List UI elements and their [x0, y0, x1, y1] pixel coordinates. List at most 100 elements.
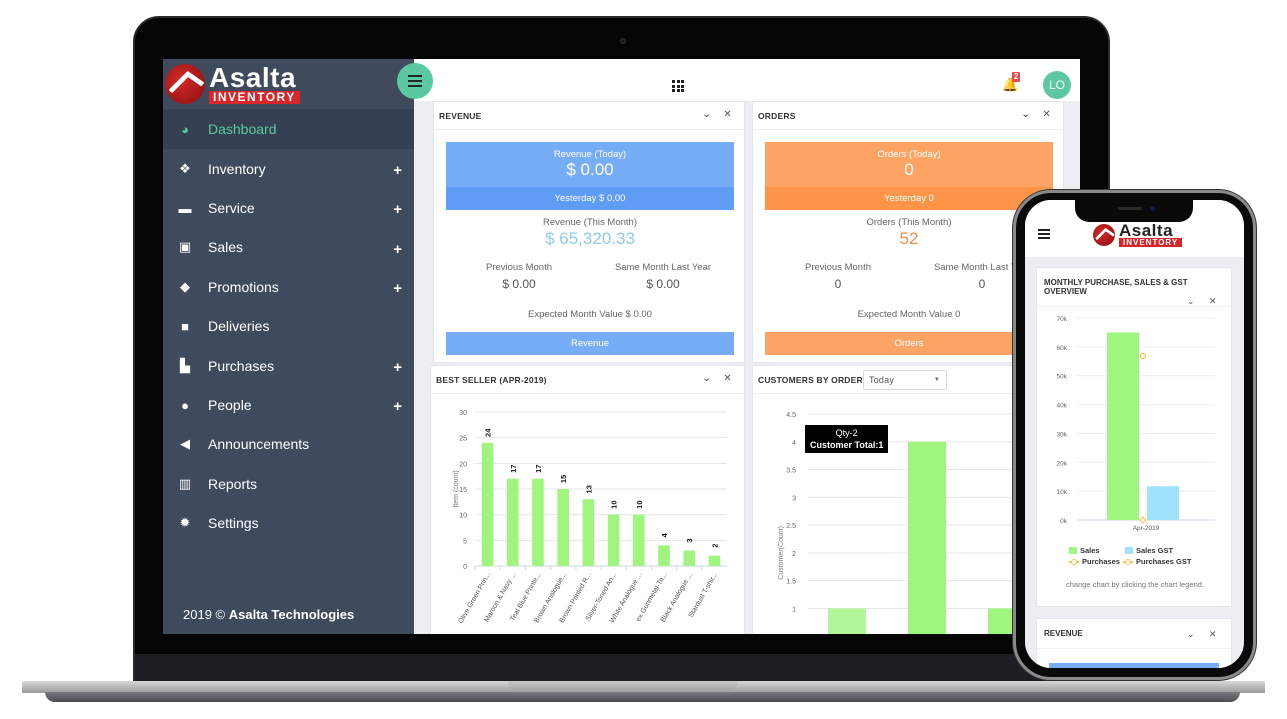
chevron-down-icon[interactable]: ⌄ [1187, 296, 1195, 307]
y-tick-label: 1 [792, 606, 796, 613]
gear-icon: ✹ [179, 515, 191, 531]
sidebar-item-label: Service [208, 200, 255, 217]
expand-plus-icon[interactable]: + [393, 398, 402, 415]
y-tick-label: 4.5 [786, 412, 796, 419]
sidebar-item-dashboard[interactable]: ◕ Dashboard [163, 109, 414, 149]
y-tick-label: 20 [459, 461, 467, 468]
sidebar-item-service[interactable]: ▬ Service + [163, 188, 414, 227]
chevron-down-icon[interactable]: ⌄ [1021, 109, 1030, 120]
sidebar-item-promotions[interactable]: ◆ Promotions + [163, 267, 414, 306]
y-axis-label: Customer(Count) [778, 526, 785, 580]
users-icon: ● [181, 397, 189, 413]
orders-today-box: Orders (Today) 0 Yesterday 0 [765, 142, 1053, 210]
revenue-today-box: Revenue (Today) $ 0.00 Yesterday $ 0.00 [446, 142, 734, 210]
y-tick-label: 20k [1057, 460, 1068, 467]
laptop-notch [508, 681, 738, 690]
basket-icon: ▣ [178, 239, 192, 255]
bar [582, 499, 595, 566]
y-tick-label: 4 [792, 440, 796, 447]
y-tick-label: 15 [459, 487, 467, 494]
mobile-brand-logo[interactable]: Asalta INVENTORY [1093, 221, 1183, 247]
laptop-camera [620, 38, 626, 44]
data-label: 17 [534, 465, 543, 473]
user-avatar[interactable]: LO [1043, 71, 1071, 99]
expand-plus-icon[interactable]: + [393, 359, 402, 376]
sidebar-item-label: Reports [208, 475, 258, 492]
logo-mark-icon [165, 64, 205, 104]
expand-plus-icon[interactable]: + [393, 162, 402, 179]
footer-company: Asalta Technologies [228, 607, 355, 622]
sidebar-footer: 2019 © Asalta Technologies [183, 607, 354, 622]
apps-grid-icon[interactable] [672, 80, 684, 92]
sidebar-item-people[interactable]: ● People + [163, 385, 414, 424]
chevron-down-icon[interactable]: ⌄ [702, 373, 711, 384]
close-icon[interactable]: ✕ [1209, 629, 1217, 640]
y-tick-label: 0 [463, 564, 467, 571]
expand-plus-icon[interactable]: + [393, 201, 402, 218]
bar [908, 441, 946, 634]
tooltip-total: Customer Total:1 [810, 440, 884, 450]
overview-chart: 0k 10k 20k 30k 40k 50k 60k 70k Apr-2019 [1057, 316, 1215, 532]
expand-plus-icon[interactable]: + [393, 280, 402, 297]
bar [532, 478, 544, 566]
close-icon[interactable]: ✕ [1042, 109, 1051, 120]
revenue-expected: Expected Month Value $ 0.00 [528, 309, 652, 320]
brand-name: Asalta [1119, 221, 1174, 240]
revenue-panel: REVENUE ⌄ ✕ Revenue (Today) $ 0.00 Yeste… [433, 101, 745, 363]
x-tick-label: Stardust T-shir... [688, 571, 720, 619]
orders-button[interactable]: Orders [765, 332, 1053, 355]
sidebar-item-settings[interactable]: ✹ Settings [163, 504, 414, 543]
revenue-panel-title: REVENUE [439, 110, 482, 121]
legend-line-marker [1123, 558, 1133, 565]
legend-swatch [1125, 547, 1133, 554]
data-label: 4 [660, 533, 669, 538]
hamburger-icon[interactable] [1038, 229, 1050, 231]
laptop-chin [135, 654, 1108, 682]
menu-toggle-button[interactable] [397, 63, 433, 99]
sidebar-item-announcements[interactable]: ◀ Announcements [163, 425, 414, 464]
sidebar-item-label: Dashboard [208, 121, 277, 137]
legend-line-marker [1069, 558, 1079, 565]
bar [633, 514, 645, 566]
chevron-down-icon[interactable]: ⌄ [702, 109, 711, 120]
best-seller-title: BEST SELLER (APR-2019) [436, 374, 547, 385]
customers-period-select[interactable]: Today ▼ [863, 370, 947, 390]
chart-tooltip: Qty-2 Customer Total:1 [805, 425, 889, 453]
sidebar-item-label: Purchases [208, 357, 275, 374]
sidebar-item-reports[interactable]: ▥ Reports [163, 464, 414, 503]
bar [683, 550, 695, 566]
legend-sales[interactable]: Sales [1069, 546, 1100, 555]
close-icon[interactable]: ✕ [723, 373, 732, 384]
chevron-down-icon[interactable]: ⌄ [1187, 629, 1195, 640]
bar [658, 545, 670, 566]
orders-yesterday: Yesterday 0 [765, 187, 1053, 210]
close-icon[interactable]: ✕ [1209, 296, 1217, 307]
legend-purchases-gst[interactable]: Purchases GST [1123, 557, 1191, 566]
bullhorn-icon: ◀ [180, 436, 190, 452]
truck-icon: ■ [181, 318, 189, 334]
expand-plus-icon[interactable]: + [393, 241, 402, 258]
brand-logo[interactable]: Asalta INVENTORY [163, 59, 414, 109]
data-label: 24 [484, 428, 493, 437]
hamburger-icon [408, 80, 422, 82]
y-tick-label: 5 [463, 538, 467, 545]
legend-hint: change chart by clicking the chart legen… [1066, 580, 1204, 589]
legend-swatch [1069, 547, 1077, 554]
orders-today-value: 0 [904, 160, 914, 179]
caret-down-icon: ▼ [933, 377, 940, 383]
sidebar-item-purchases[interactable]: ▙ Purchases + [163, 346, 414, 385]
y-tick-label: 10 [459, 513, 467, 520]
sidebar-item-deliveries[interactable]: ■ Deliveries [163, 307, 414, 346]
y-tick-label: 2.5 [786, 523, 796, 530]
legend-purchases[interactable]: Purchases [1069, 557, 1120, 566]
revenue-button[interactable]: Revenue [446, 332, 734, 355]
best-seller-panel: BEST SELLER (APR-2019) ⌄ ✕ 0 5 10 15 20 25 30 I… [430, 365, 745, 634]
mobile-screen: Asalta INVENTORY MONTHLY PURCHASE, SALES… [1025, 200, 1244, 668]
close-icon[interactable]: ✕ [723, 109, 732, 120]
legend-sales-gst[interactable]: Sales GST [1125, 546, 1173, 555]
sidebar-item-sales[interactable]: ▣ Sales + [163, 228, 414, 267]
sidebar-item-inventory[interactable]: ❖ Inventory + [163, 149, 414, 188]
revenue-prev-value: $ 0.00 [502, 277, 536, 291]
notification-badge: 2 [1012, 72, 1021, 82]
customers-title: CUSTOMERS BY ORDER [758, 374, 863, 385]
